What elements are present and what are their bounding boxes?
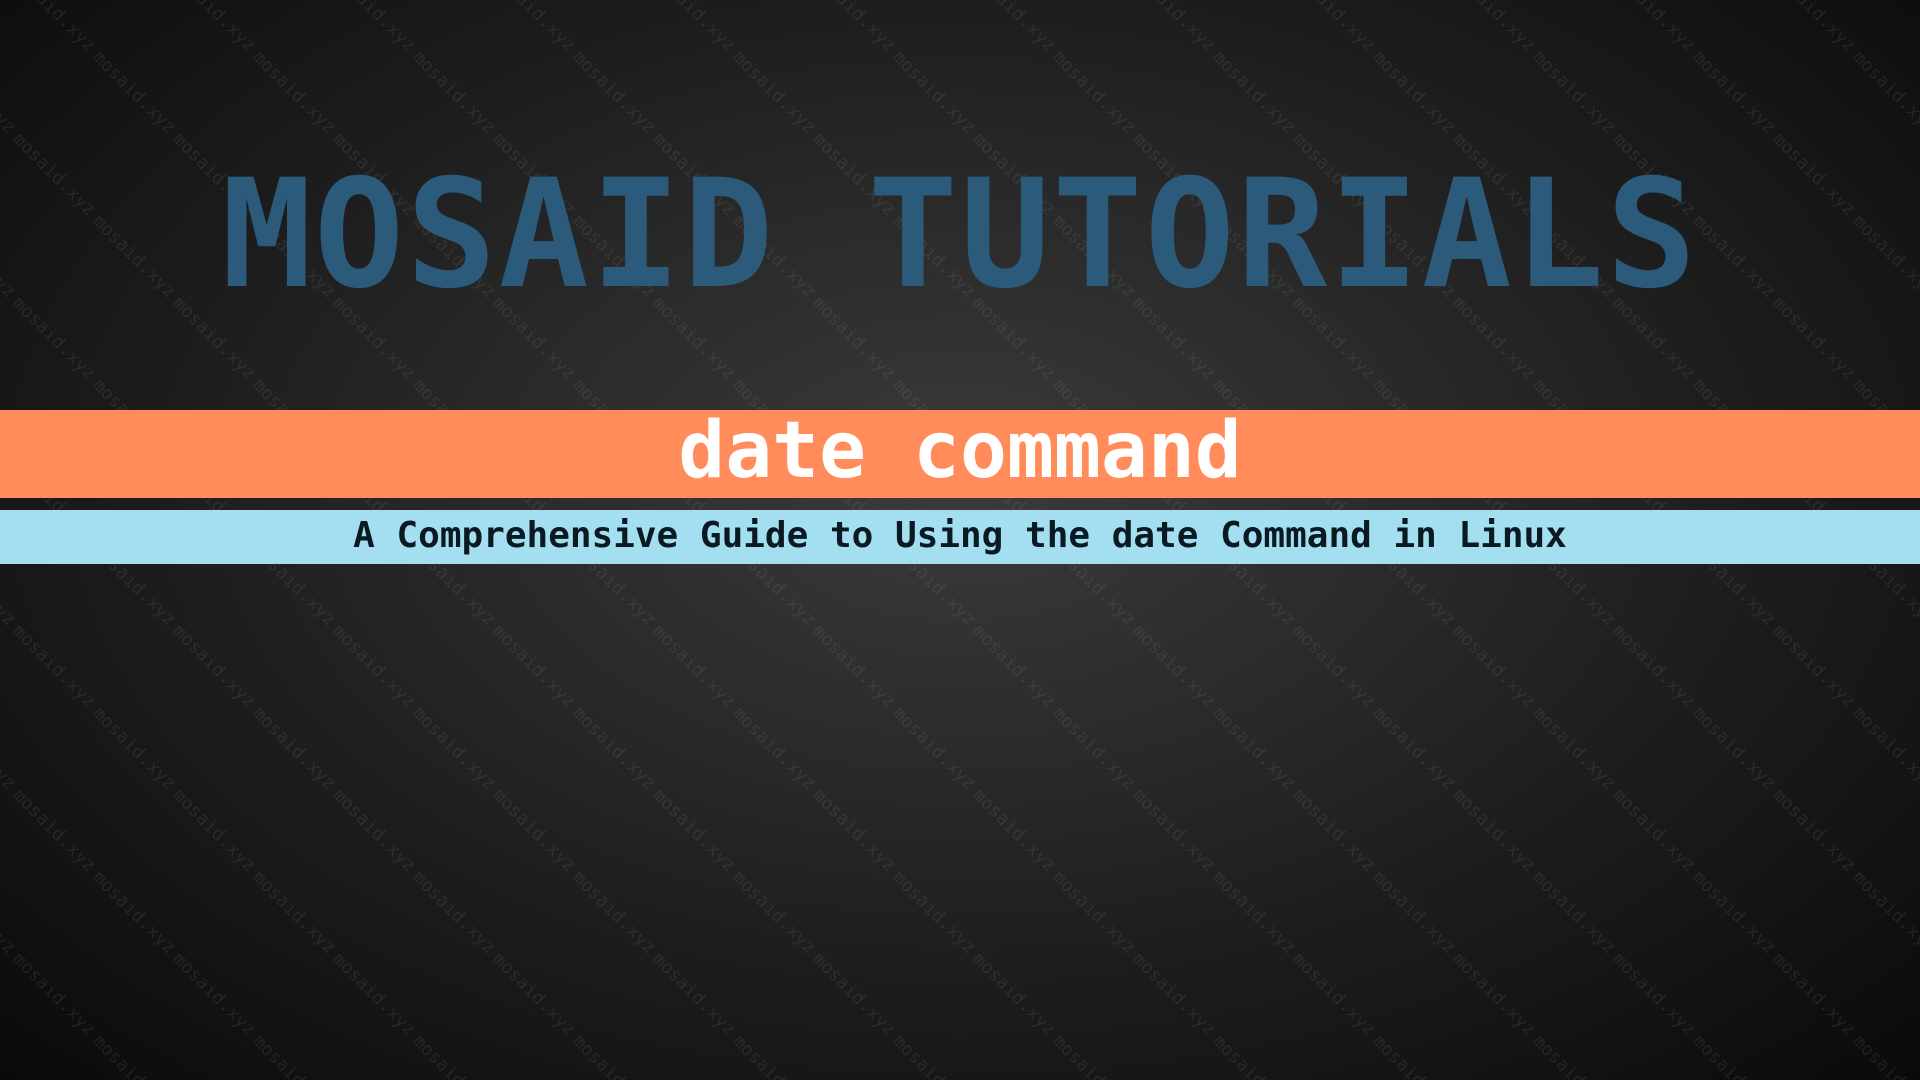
topic-stripe: date command — [0, 410, 1920, 498]
main-title: MOSAID TUTORIALS — [0, 160, 1920, 310]
subtitle-stripe: A Comprehensive Guide to Using the date … — [0, 510, 1920, 564]
stripe-gap — [0, 498, 1920, 510]
banner: MOSAID TUTORIALS date command A Comprehe… — [0, 0, 1920, 1080]
